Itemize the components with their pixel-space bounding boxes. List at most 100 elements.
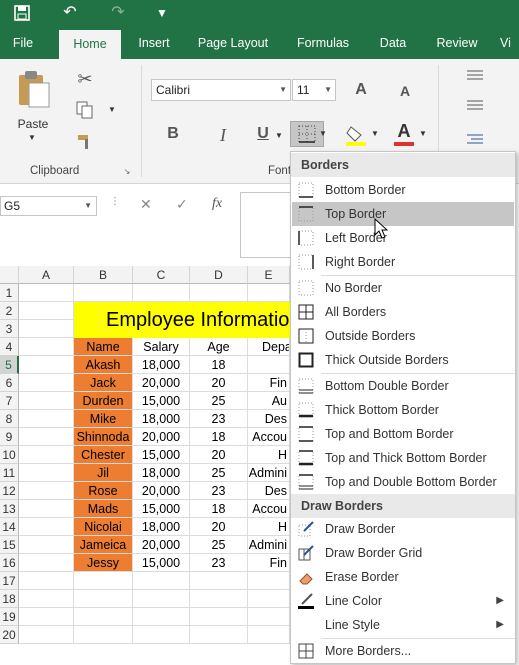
menu-item-thick-outside-borders[interactable]: Thick Outside Borders xyxy=(292,348,514,372)
grid-cell[interactable] xyxy=(19,284,74,302)
row-header[interactable]: 13 xyxy=(0,500,19,518)
menu-item-top-and-bottom-border[interactable]: Top and Bottom Border xyxy=(292,422,514,446)
grid-cell[interactable] xyxy=(190,608,248,626)
grid-cell[interactable] xyxy=(133,572,190,590)
menu-item-right-border[interactable]: Right Border xyxy=(292,250,514,274)
row-header[interactable]: 12 xyxy=(0,482,19,500)
tab-file[interactable]: File xyxy=(4,28,42,59)
fill-color-icon[interactable] xyxy=(344,123,368,150)
decrease-indent-icon[interactable] xyxy=(464,133,486,150)
copy-icon[interactable] xyxy=(74,101,96,122)
column-header[interactable]: C xyxy=(133,266,190,284)
row-header[interactable]: 9 xyxy=(0,428,19,446)
row-header[interactable]: 18 xyxy=(0,590,19,608)
row-header[interactable]: 14 xyxy=(0,518,19,536)
grid-cell[interactable] xyxy=(19,572,74,590)
grid-cell[interactable]: Rose xyxy=(74,482,133,500)
grid-cell[interactable] xyxy=(248,572,290,590)
grid-cell[interactable] xyxy=(133,626,190,644)
menu-item-left-border[interactable]: Left Border xyxy=(292,226,514,250)
grid-cell[interactable] xyxy=(19,608,74,626)
row-header[interactable]: 11 xyxy=(0,464,19,482)
row-header[interactable]: 8 xyxy=(0,410,19,428)
row-header[interactable]: 16 xyxy=(0,554,19,572)
grow-font-button[interactable]: A xyxy=(350,81,372,99)
bold-button[interactable]: B xyxy=(162,125,184,143)
fill-color-dropdown-icon[interactable]: ▼ xyxy=(370,129,380,138)
row-header[interactable]: 5 xyxy=(0,356,19,374)
undo-icon[interactable]: ↶ xyxy=(58,2,82,24)
grid-cell[interactable]: H xyxy=(248,446,290,464)
name-box[interactable]: G5 ▼ xyxy=(0,196,97,216)
underline-dropdown-icon[interactable]: ▼ xyxy=(274,131,284,140)
paste-icon[interactable] xyxy=(12,69,54,113)
grid-cell[interactable]: Durden xyxy=(74,392,133,410)
font-color-dropdown-icon[interactable]: ▼ xyxy=(418,129,428,138)
row-header[interactable]: 20 xyxy=(0,626,19,644)
middle-align-icon[interactable] xyxy=(464,99,486,116)
grid-cell[interactable] xyxy=(19,392,74,410)
grid-cell[interactable]: Fin xyxy=(248,374,290,392)
customize-icon[interactable]: ▼ xyxy=(150,2,174,24)
menu-item-more-borders[interactable]: More Borders... xyxy=(292,639,514,663)
grid-cell[interactable]: 15,000 xyxy=(133,392,190,410)
grid-cell[interactable] xyxy=(19,356,74,374)
tab-view[interactable]: Vi xyxy=(500,28,519,59)
column-header[interactable]: B xyxy=(74,266,133,284)
grid-cell[interactable]: H xyxy=(248,518,290,536)
menu-item-line-color[interactable]: Line Color ▶ xyxy=(292,589,514,613)
grid-cell[interactable] xyxy=(133,590,190,608)
grid-cell[interactable] xyxy=(19,428,74,446)
grid-cell[interactable]: Mads xyxy=(74,500,133,518)
underline-button[interactable]: U xyxy=(252,125,274,143)
grid-cell[interactable]: Accou xyxy=(248,500,290,518)
grid-cell[interactable] xyxy=(19,482,74,500)
row-header[interactable]: 15 xyxy=(0,536,19,554)
grid-cell[interactable]: 20 xyxy=(190,518,248,536)
row-header[interactable]: 7 xyxy=(0,392,19,410)
grid-cell[interactable]: 18,000 xyxy=(133,356,190,374)
grid-cell[interactable] xyxy=(74,572,133,590)
paste-dropdown-icon[interactable]: ▼ xyxy=(26,133,38,142)
borders-dropdown-icon[interactable]: ▼ xyxy=(318,129,328,138)
grid-cell[interactable]: Accou xyxy=(248,428,290,446)
menu-item-erase-border[interactable]: Erase Border xyxy=(292,565,514,589)
grid-cell[interactable] xyxy=(248,284,290,302)
grid-cell[interactable]: Admini xyxy=(248,464,290,482)
row-header[interactable]: 6 xyxy=(0,374,19,392)
select-all-corner[interactable] xyxy=(0,266,19,284)
grid-cell[interactable] xyxy=(19,626,74,644)
grid-cell[interactable]: 18,000 xyxy=(133,410,190,428)
row-header[interactable]: 10 xyxy=(0,446,19,464)
grid-cell[interactable]: 18 xyxy=(190,500,248,518)
clipboard-launcher-icon[interactable]: ↘ xyxy=(122,167,132,176)
paste-button[interactable]: Paste xyxy=(10,117,56,131)
grid-cell[interactable]: Jameica xyxy=(74,536,133,554)
grid-cell[interactable]: 20,000 xyxy=(133,428,190,446)
row-header[interactable]: 2 xyxy=(0,302,19,320)
grid-cell[interactable]: Des xyxy=(248,482,290,500)
grid-cell[interactable] xyxy=(74,608,133,626)
grid-cell[interactable]: 20,000 xyxy=(133,374,190,392)
grid-cell[interactable]: 18,000 xyxy=(133,518,190,536)
cancel-icon[interactable]: ✕ xyxy=(140,196,152,213)
grid-cell[interactable]: Chester xyxy=(74,446,133,464)
grid-cell[interactable]: 23 xyxy=(190,410,248,428)
grid-cell[interactable]: 23 xyxy=(190,482,248,500)
row-header[interactable]: 4 xyxy=(0,338,19,356)
grid-cell[interactable] xyxy=(248,356,290,374)
menu-item-all-borders[interactable]: All Borders xyxy=(292,300,514,324)
cut-icon[interactable]: ✂ xyxy=(74,69,96,90)
tab-data[interactable]: Data xyxy=(370,28,416,59)
top-align-icon[interactable] xyxy=(464,69,486,86)
column-header[interactable]: E xyxy=(248,266,290,284)
tab-home[interactable]: Home xyxy=(59,30,121,59)
grid-cell[interactable] xyxy=(133,608,190,626)
copy-dropdown-icon[interactable]: ▼ xyxy=(106,105,118,114)
grid-cell[interactable]: 15,000 xyxy=(133,446,190,464)
grid-cell[interactable] xyxy=(190,590,248,608)
row-header[interactable]: 1 xyxy=(0,284,19,302)
grid-cell[interactable] xyxy=(19,518,74,536)
grid-cell[interactable] xyxy=(19,500,74,518)
grid-cell[interactable]: 20 xyxy=(190,374,248,392)
